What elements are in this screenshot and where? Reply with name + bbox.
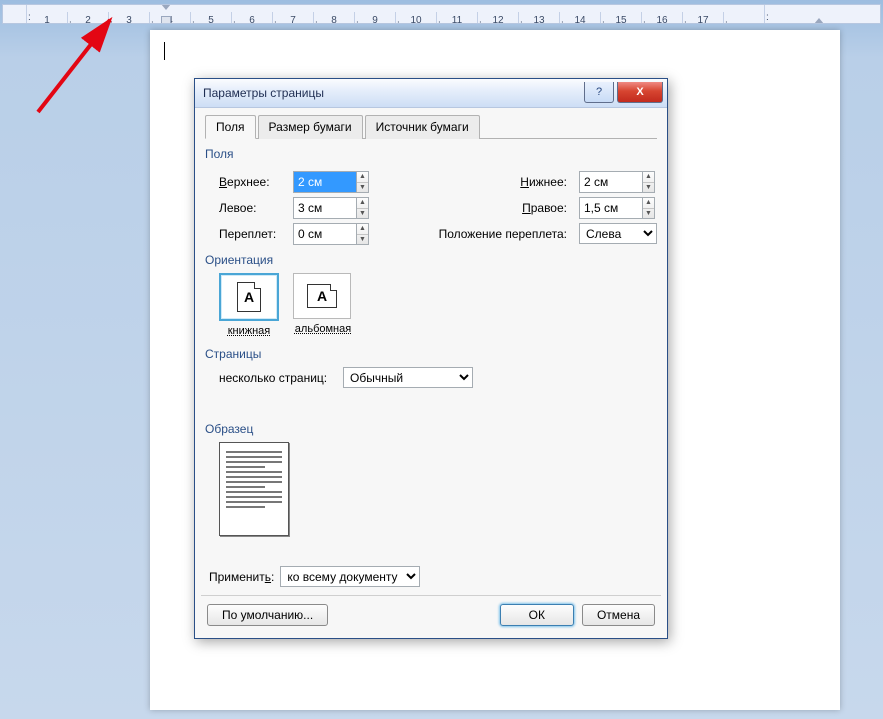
help-button[interactable]: ? bbox=[584, 82, 614, 103]
tab-margins[interactable]: Поля bbox=[205, 115, 256, 139]
text-cursor bbox=[164, 42, 165, 60]
left-indent-marker[interactable] bbox=[161, 16, 171, 24]
pages-legend: Страницы bbox=[205, 347, 657, 361]
preview-legend: Образец bbox=[205, 422, 657, 436]
close-button[interactable]: X bbox=[617, 82, 663, 103]
input-gutter[interactable] bbox=[294, 224, 356, 244]
label-bottom-margin: Нижнее: bbox=[427, 175, 573, 189]
right-indent-marker[interactable] bbox=[814, 18, 824, 24]
orientation-legend: Ориентация bbox=[205, 253, 657, 267]
cancel-button[interactable]: Отмена bbox=[582, 604, 655, 626]
tab-paper-size[interactable]: Размер бумаги bbox=[258, 115, 363, 139]
orientation-portrait[interactable]: A книжная bbox=[219, 273, 279, 337]
spinner-left-margin[interactable]: ▲▼ bbox=[293, 197, 369, 219]
tabstrip: Поля Размер бумаги Источник бумаги bbox=[205, 114, 657, 139]
select-pages-mode[interactable]: Обычный bbox=[343, 367, 473, 388]
dialog-title: Параметры страницы bbox=[203, 86, 324, 100]
page-setup-dialog: Параметры страницы ? X Поля Размер бумаг… bbox=[194, 78, 668, 639]
spinner-right-margin[interactable]: ▲▼ bbox=[579, 197, 655, 219]
label-gutter: Переплет: bbox=[219, 227, 287, 241]
input-right-margin[interactable] bbox=[580, 198, 642, 218]
label-pages-mode: несколько страниц: bbox=[219, 371, 337, 385]
spinner-gutter[interactable]: ▲▼ bbox=[293, 223, 369, 245]
first-line-indent-marker[interactable] bbox=[161, 4, 171, 10]
label-left-margin: Левое: bbox=[219, 201, 287, 215]
annotation-arrow bbox=[10, 10, 140, 120]
label-top-margin: Верхнее: bbox=[219, 175, 287, 189]
spinner-bottom-margin[interactable]: ▲▼ bbox=[579, 171, 655, 193]
margins-legend: Поля bbox=[205, 147, 657, 161]
horizontal-ruler[interactable]: 3211234567891011121314151617 bbox=[2, 4, 881, 24]
label-right-margin: Правое: bbox=[427, 201, 573, 215]
page-preview bbox=[219, 442, 289, 536]
orientation-landscape[interactable]: A альбомная bbox=[293, 273, 353, 337]
spinner-top-margin[interactable]: ▲▼ bbox=[293, 171, 369, 193]
input-top-margin[interactable] bbox=[294, 172, 356, 192]
input-left-margin[interactable] bbox=[294, 198, 356, 218]
tab-paper-source[interactable]: Источник бумаги bbox=[365, 115, 480, 139]
label-gutter-position: Положение переплета: bbox=[427, 227, 573, 241]
select-gutter-position[interactable]: Слева bbox=[579, 223, 657, 244]
dialog-titlebar[interactable]: Параметры страницы ? X bbox=[195, 79, 667, 108]
input-bottom-margin[interactable] bbox=[580, 172, 642, 192]
orientation-landscape-label: альбомная bbox=[293, 323, 353, 335]
label-apply-to: Применить: bbox=[209, 570, 274, 584]
orientation-portrait-label: книжная bbox=[219, 325, 279, 337]
defaults-button[interactable]: По умолчанию... bbox=[207, 604, 328, 626]
select-apply-to[interactable]: ко всему документу bbox=[280, 566, 420, 587]
ok-button[interactable]: ОК bbox=[500, 604, 574, 626]
